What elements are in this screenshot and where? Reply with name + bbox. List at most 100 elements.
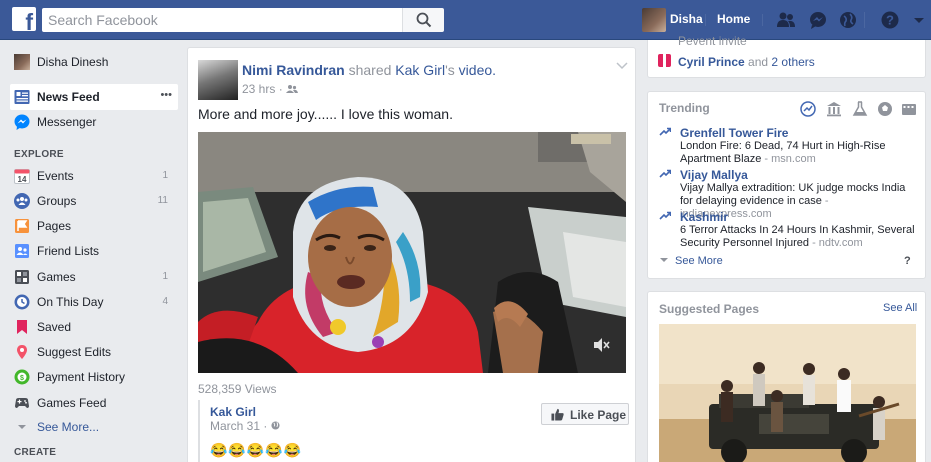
games-icon <box>15 270 29 284</box>
video-frame <box>198 132 626 373</box>
facebook-logo[interactable]: f <box>12 7 36 34</box>
search-button[interactable] <box>402 8 444 32</box>
calendar-icon: 14 <box>14 169 30 184</box>
suggested-page-cover-image[interactable] <box>659 324 916 462</box>
sidebar-item-games[interactable]: Games 1 <box>10 264 178 290</box>
post-options-chevron-icon[interactable] <box>616 62 628 70</box>
flag-icon <box>15 219 29 233</box>
trending-panel: Trending Grenfell Tower Fire London Fire… <box>647 91 926 279</box>
meta-separator: · <box>278 82 283 96</box>
video-link[interactable]: video. <box>459 62 496 78</box>
notifications-globe-icon[interactable] <box>838 11 858 29</box>
profile-link[interactable]: Disha <box>670 12 703 26</box>
suggested-see-all-link[interactable]: See All <box>883 302 917 314</box>
trending-arrow-icon <box>659 169 671 178</box>
like-page-button[interactable]: Like Page <box>541 403 629 425</box>
shared-word: shared <box>348 62 392 78</box>
trending-icon[interactable] <box>800 101 816 117</box>
sidebar-item-suggest-edits[interactable]: Suggest Edits <box>10 339 178 365</box>
account-menu-icon[interactable] <box>912 11 926 29</box>
like-page-label: Like Page <box>570 408 627 422</box>
trending-topic[interactable]: Vijay Mallya <box>680 168 748 182</box>
friend-requests-icon[interactable] <box>776 11 796 29</box>
explore-heading: EXPLORE <box>14 149 64 160</box>
sidebar-item-label: Pages <box>37 219 72 233</box>
shared-attribution: Kak Girl March 31 · Like Page 😂😂😂😂😂 <box>198 400 629 462</box>
bookmark-icon <box>17 320 27 334</box>
help-icon[interactable]: ? <box>880 11 900 29</box>
divider <box>864 12 865 28</box>
map-pin-icon <box>17 345 27 359</box>
trending-see-more[interactable]: See More <box>659 255 723 267</box>
politics-icon[interactable] <box>826 101 842 117</box>
birthday-person-link[interactable]: Cyril Prince <box>678 55 745 69</box>
author-avatar[interactable] <box>198 60 238 100</box>
svg-text:$: $ <box>20 375 24 382</box>
chevron-down-icon <box>660 258 668 262</box>
sidebar-item-news-feed[interactable]: News Feed ••• <box>10 84 178 110</box>
count-badge: 1 <box>162 271 168 282</box>
sidebar-see-more[interactable]: See More... <box>10 414 178 440</box>
shared-date: March 31 · <box>210 419 280 433</box>
science-icon[interactable] <box>852 101 868 117</box>
user-avatar <box>14 54 30 70</box>
profile-link[interactable]: Disha Dinesh <box>10 49 178 75</box>
trending-help-icon[interactable]: ? <box>904 255 911 267</box>
messenger-icon[interactable] <box>808 11 828 29</box>
search-input[interactable] <box>42 8 402 32</box>
trending-source: ndtv.com <box>818 237 863 249</box>
event-invite-text[interactable]: Pevent invite <box>678 34 747 48</box>
author-link[interactable]: Nimi Ravindran <box>242 62 345 78</box>
trending-arrow-icon <box>659 211 671 220</box>
friends-audience-icon[interactable] <box>286 84 299 94</box>
trending-arrow-icon <box>659 127 671 136</box>
payment-icon: $ <box>14 369 30 385</box>
sidebar-item-label: On This Day <box>37 295 104 309</box>
feed-post: Nimi Ravindran shared Kak Girl's video. … <box>187 47 636 462</box>
birthday-card: Pevent invite Cyril Prince and 2 others <box>647 34 926 78</box>
clock-icon <box>14 294 30 310</box>
news-feed-icon <box>14 90 30 104</box>
sidebar-item-saved[interactable]: Saved <box>10 314 178 340</box>
search-icon <box>416 12 432 28</box>
video-player[interactable] <box>198 132 626 373</box>
shared-page-link[interactable]: Kak Girl <box>395 62 445 78</box>
sports-icon[interactable] <box>877 101 893 117</box>
shared-date-text[interactable]: March 31 <box>210 419 260 433</box>
sidebar-item-label: News Feed <box>37 90 100 104</box>
post-timestamp[interactable]: 23 hrs <box>242 82 275 96</box>
sidebar-item-events[interactable]: 14 Events 1 <box>10 163 178 189</box>
more-options-icon[interactable]: ••• <box>160 89 172 101</box>
sidebar-item-friend-lists[interactable]: Friend Lists <box>10 238 178 264</box>
gamepad-icon <box>15 398 29 408</box>
trending-topic[interactable]: Kashmir <box>680 210 728 224</box>
sidebar-item-on-this-day[interactable]: On This Day 4 <box>10 289 178 315</box>
video-view-count: 528,359 Views <box>198 382 277 396</box>
profile-name: Disha Dinesh <box>37 55 109 69</box>
chevron-down-icon <box>18 425 26 429</box>
sidebar-item-label: Events <box>37 169 74 183</box>
user-avatar[interactable] <box>642 8 666 32</box>
sidebar-item-pages[interactable]: Pages <box>10 213 178 239</box>
sidebar-item-payment-history[interactable]: $ Payment History <box>10 364 178 390</box>
post-header: Nimi Ravindran shared Kak Girl's video. <box>242 62 496 78</box>
birthday-others-link[interactable]: 2 others <box>771 55 814 69</box>
friend-list-icon <box>15 244 29 258</box>
trending-topic[interactable]: Grenfell Tower Fire <box>680 126 788 140</box>
trending-headline: 6 Terror Attacks In 24 Hours In Kashmir,… <box>680 224 915 249</box>
suggested-pages-title: Suggested Pages <box>659 302 760 316</box>
sidebar-item-groups[interactable]: Groups 11 <box>10 188 178 214</box>
post-text: More and more joy...... I love this woma… <box>198 106 453 122</box>
shared-page-link[interactable]: Kak Girl <box>210 405 256 419</box>
home-link[interactable]: Home <box>717 12 750 26</box>
sidebar-item-label: Groups <box>37 194 77 208</box>
divider <box>762 14 763 26</box>
count-badge: 4 <box>162 296 168 307</box>
sidebar-item-messenger[interactable]: Messenger <box>10 109 178 135</box>
entertainment-icon[interactable] <box>901 101 917 117</box>
globe-icon <box>271 421 280 430</box>
trending-source: msn.com <box>771 153 816 165</box>
divider <box>705 14 706 26</box>
sidebar-item-label: Suggest Edits <box>37 345 112 359</box>
sidebar-item-games-feed[interactable]: Games Feed <box>10 390 178 416</box>
